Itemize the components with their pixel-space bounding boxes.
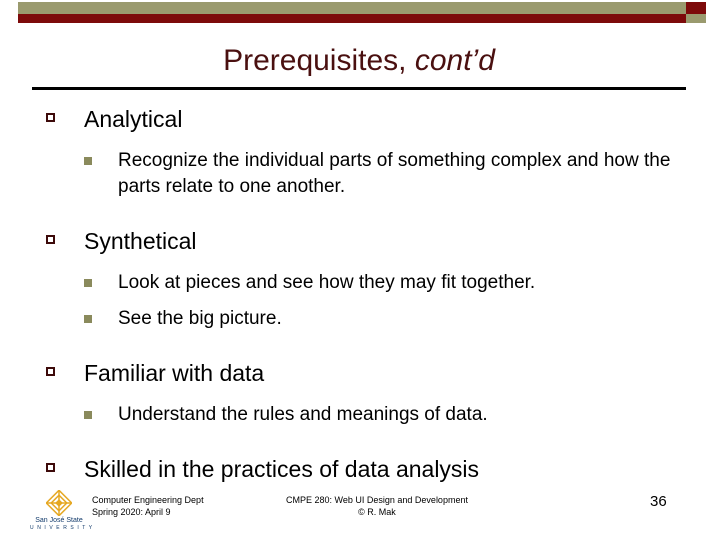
bullet-level2: See the big picture. (0, 306, 720, 332)
bullet-level2-label: Look at pieces and see how they may fit … (118, 272, 536, 293)
sjsu-logo: San José State U N I V E R S I T Y (30, 489, 94, 536)
bullet-level1-label: Skilled in the practices of data analysi… (84, 456, 480, 482)
footer-copyright: © R. Mak (358, 507, 396, 517)
slide-top-decoration (0, 0, 720, 26)
slide-body: Analytical Recognize the individual part… (0, 104, 720, 488)
filled-square-icon (84, 157, 92, 165)
footer-center-block: CMPE 280: Web UI Design and Development … (262, 494, 492, 518)
filled-square-icon (84, 411, 92, 419)
bullet-level1-label: Analytical (84, 106, 183, 132)
title-underline-rule (32, 87, 686, 90)
hollow-square-icon (46, 113, 55, 122)
bullet-level1: Analytical (0, 104, 720, 134)
filled-square-icon (84, 279, 92, 287)
top-bar-red (18, 14, 686, 23)
slide-footer: San José State U N I V E R S I T Y Compu… (0, 488, 720, 540)
filled-square-icon (84, 315, 92, 323)
bullet-level2-label: See the big picture. (118, 308, 282, 329)
slide-title: Prerequisites, cont’d (32, 44, 686, 78)
bullet-level1-label: Synthetical (84, 228, 197, 254)
hollow-square-icon (46, 367, 55, 376)
bullet-level2-label: Understand the rules and meanings of dat… (118, 404, 488, 425)
slide-title-italic: cont’d (414, 44, 495, 77)
bullet-level2: Look at pieces and see how they may fit … (0, 270, 720, 296)
bullet-level1: Familiar with data (0, 358, 720, 388)
page-number: 36 (650, 493, 667, 510)
bullet-level1-label: Familiar with data (84, 360, 265, 386)
footer-department: Computer Engineering Dept (92, 495, 204, 505)
footer-term-date: Spring 2020: April 9 (92, 507, 171, 517)
sjsu-logo-subtitle: U N I V E R S I T Y (30, 525, 94, 531)
top-bar-red-cap (686, 2, 706, 14)
top-bar-olive-cap (686, 14, 706, 23)
sjsu-logo-name: San José State (35, 517, 83, 524)
bullet-level2-label: Recognize the individual parts of someth… (118, 150, 671, 197)
bullet-level2: Understand the rules and meanings of dat… (0, 402, 720, 428)
sjsu-diamond-logo-icon (45, 489, 73, 517)
footer-left-block: Computer Engineering Dept Spring 2020: A… (92, 494, 204, 518)
hollow-square-icon (46, 463, 55, 472)
footer-course: CMPE 280: Web UI Design and Development (286, 495, 468, 505)
bullet-level1: Synthetical (0, 226, 720, 256)
slide-title-main: Prerequisites, (223, 44, 407, 77)
hollow-square-icon (46, 235, 55, 244)
bullet-level2: Recognize the individual parts of someth… (0, 148, 720, 200)
bullet-level1: Skilled in the practices of data analysi… (0, 454, 720, 484)
top-bar-olive (18, 2, 686, 14)
